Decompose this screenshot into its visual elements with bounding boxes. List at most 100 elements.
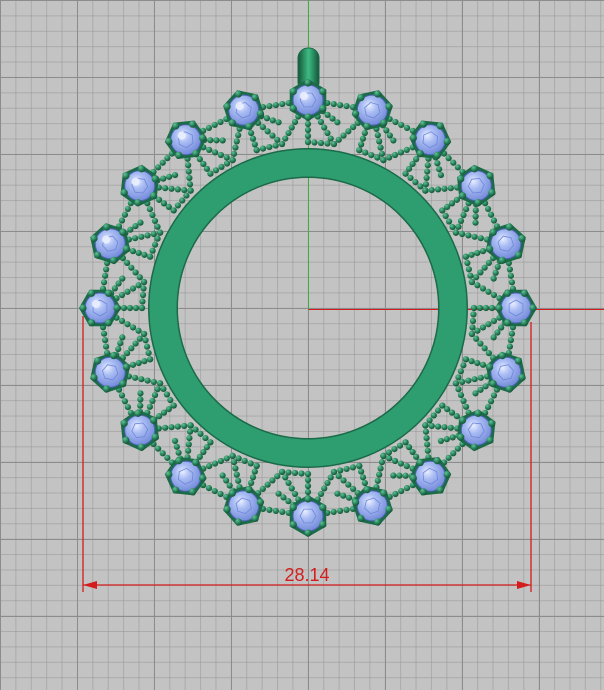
gem-highlight	[102, 235, 111, 244]
bead	[121, 211, 129, 218]
bead	[490, 392, 498, 399]
bead	[192, 426, 199, 433]
prong	[251, 93, 259, 102]
bead	[430, 412, 437, 419]
bead	[345, 481, 352, 488]
prong	[433, 457, 441, 465]
bead	[457, 368, 464, 375]
prong	[474, 199, 482, 207]
prong	[529, 304, 537, 312]
bead	[490, 291, 498, 299]
prong	[90, 373, 98, 382]
bead	[156, 380, 164, 387]
prong	[251, 514, 259, 523]
bead	[146, 403, 154, 410]
bead	[350, 124, 357, 131]
bead	[181, 422, 188, 430]
bead	[159, 450, 166, 457]
front-viewport[interactable]: 28.14	[0, 0, 604, 690]
gem-highlight	[92, 300, 100, 308]
bead	[272, 142, 279, 149]
prong	[319, 503, 327, 512]
gem-highlight	[177, 131, 186, 140]
bead	[457, 217, 465, 225]
prong	[357, 514, 365, 523]
prong	[120, 189, 128, 197]
prong	[256, 110, 264, 118]
bead	[343, 506, 350, 513]
bead	[174, 202, 182, 209]
bead	[212, 167, 220, 174]
prong	[228, 119, 236, 127]
bead	[402, 439, 409, 446]
prong	[319, 104, 327, 113]
bead	[129, 285, 137, 292]
bead	[329, 115, 336, 122]
bead	[128, 345, 135, 352]
prong	[304, 113, 312, 121]
bead	[479, 285, 487, 292]
prong	[165, 470, 173, 479]
bead	[285, 129, 292, 137]
bead	[291, 469, 299, 477]
bead	[304, 470, 312, 478]
bead	[392, 490, 399, 498]
bead	[111, 285, 118, 292]
bead	[337, 101, 344, 109]
bead	[321, 124, 328, 131]
bead	[251, 141, 258, 148]
bead	[181, 186, 188, 194]
bead	[211, 460, 219, 467]
bead	[132, 223, 139, 230]
bead	[115, 345, 122, 353]
prong	[319, 520, 327, 529]
bead	[155, 445, 162, 452]
bead	[259, 485, 266, 492]
bead	[423, 435, 430, 442]
bead	[186, 428, 194, 435]
bead	[465, 232, 472, 239]
bead	[304, 120, 312, 128]
bead	[391, 151, 399, 159]
bead	[482, 383, 489, 390]
bead	[274, 136, 281, 143]
bead	[485, 288, 492, 295]
bead	[149, 247, 156, 254]
viewport-scene[interactable]: 28.14	[0, 0, 604, 690]
bead	[304, 126, 312, 134]
bead	[455, 386, 462, 393]
bead	[159, 159, 166, 166]
prong	[443, 470, 451, 479]
prong	[289, 503, 297, 512]
bead	[118, 291, 126, 299]
bead	[219, 137, 226, 144]
bead	[206, 146, 213, 154]
prong	[520, 319, 529, 327]
bead	[248, 479, 255, 487]
prong	[304, 79, 312, 87]
bead	[162, 185, 169, 192]
bead	[340, 132, 347, 139]
bead	[149, 397, 156, 405]
gem-setting	[289, 494, 327, 538]
bead	[288, 485, 295, 492]
bead	[490, 317, 498, 325]
bead	[492, 269, 499, 276]
prong	[409, 134, 417, 142]
bead	[144, 232, 151, 239]
bead	[280, 494, 287, 501]
bead	[174, 186, 181, 193]
bead	[150, 378, 157, 386]
bead	[473, 274, 480, 281]
bead	[468, 330, 476, 338]
bead	[424, 441, 431, 448]
prong	[520, 289, 529, 297]
prong	[489, 228, 497, 236]
bead	[285, 479, 292, 487]
prong	[470, 165, 479, 173]
bead	[185, 162, 192, 169]
bead	[149, 211, 156, 219]
bead	[141, 251, 148, 258]
bead	[474, 359, 481, 367]
prong	[122, 436, 130, 444]
